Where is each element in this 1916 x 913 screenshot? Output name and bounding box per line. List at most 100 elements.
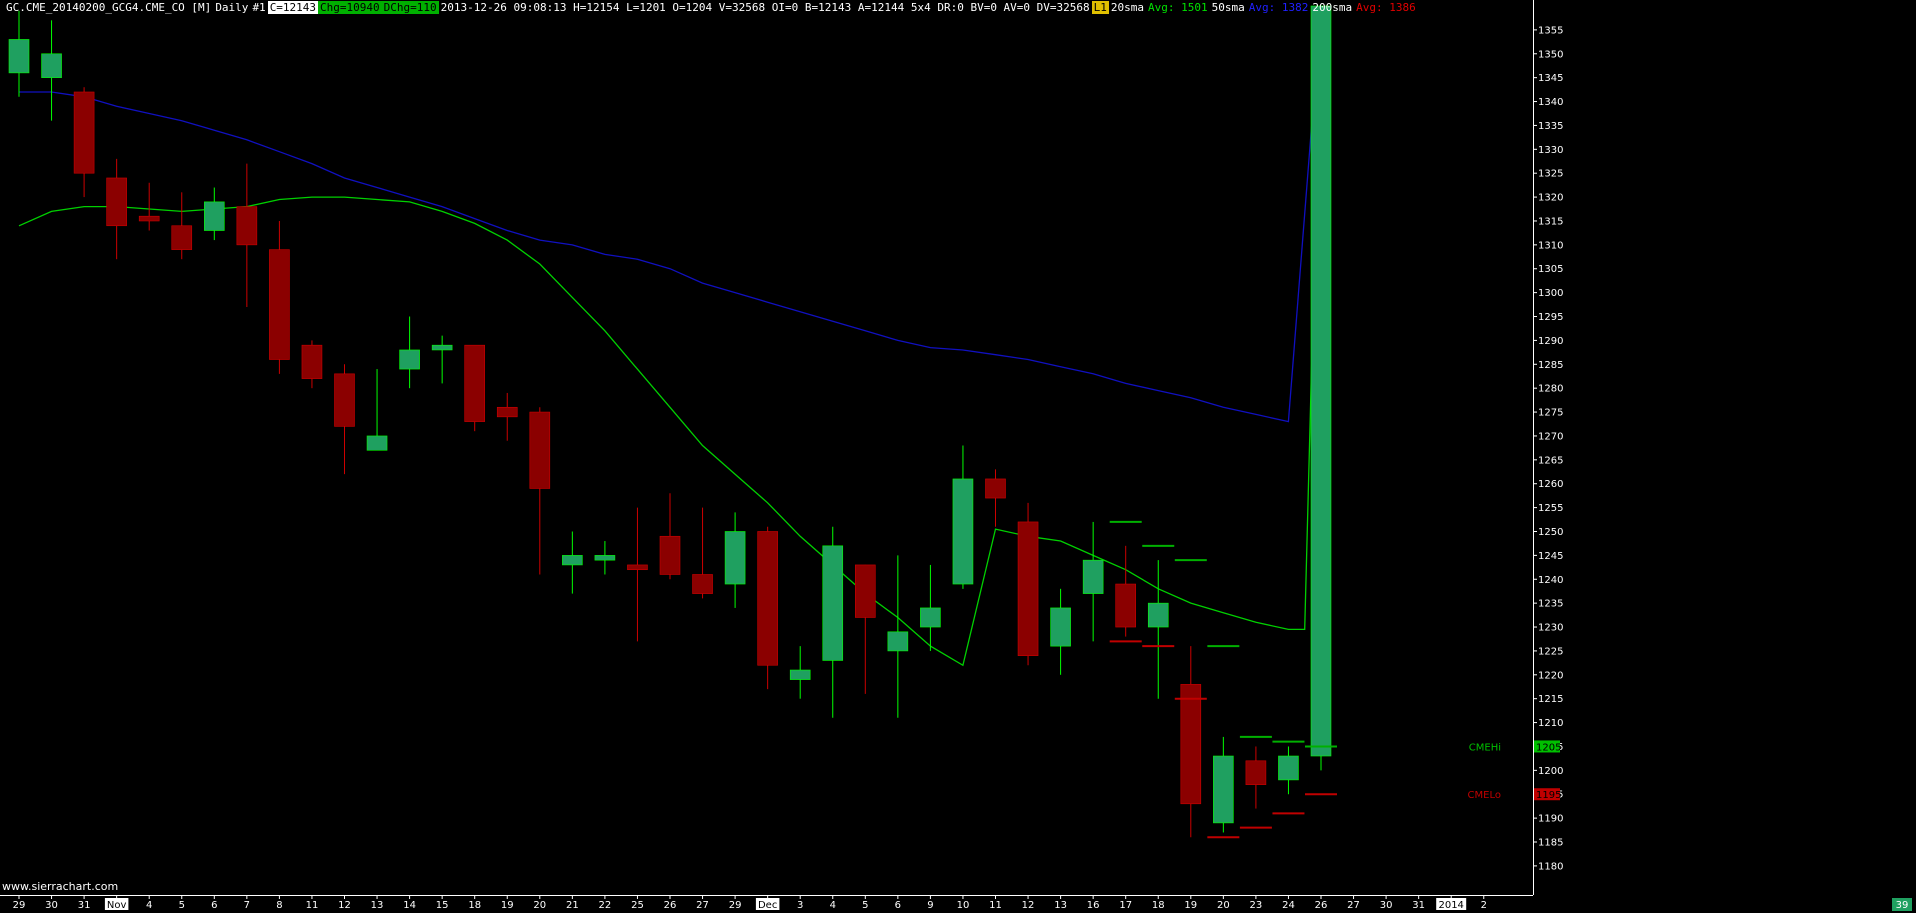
x-tick-label: 31 (78, 900, 91, 911)
candle-body (627, 564, 648, 571)
x-tick-label: 14 (403, 900, 416, 911)
x-tick-label: 15 (436, 900, 449, 911)
candle-body (692, 574, 713, 594)
y-tick-label: 1190 (1538, 814, 1563, 825)
x-tick-label: 2014 (1438, 900, 1463, 911)
sma200-label: 200sma (1312, 1, 1353, 14)
y-tick-label: 1240 (1538, 575, 1563, 586)
y-tick-label: 1290 (1538, 336, 1563, 347)
candle-body (1115, 583, 1136, 628)
sma20-avg: Avg: 1501 (1148, 1, 1208, 14)
y-tick-label: 1295 (1538, 312, 1563, 323)
x-tick-label: 11 (306, 900, 319, 911)
dchg-box: DChg=110 (381, 1, 439, 14)
candle-body (464, 344, 486, 422)
x-tick-label: 23 (1250, 900, 1263, 911)
price-marker-label: CMELo (1468, 790, 1501, 801)
candle-body (659, 535, 681, 575)
candle-body (366, 435, 388, 451)
candle-body (757, 531, 778, 666)
chg-box: Chg=10940 (318, 1, 382, 14)
candle-body (1278, 755, 1299, 781)
sma20-label: 20sma (1110, 1, 1145, 14)
y-tick-label: 1250 (1538, 527, 1563, 538)
x-tick-label: 10 (957, 900, 970, 911)
x-tick-label: 9 (927, 900, 933, 911)
price-chart[interactable]: 1180118511901195120012051210121512201225… (0, 0, 1916, 913)
y-tick-label: 1235 (1538, 599, 1563, 610)
candle-body (1245, 760, 1267, 785)
x-tick-label: 29 (13, 900, 26, 911)
close-box: C=12143 (267, 1, 319, 14)
candle-body (952, 478, 974, 585)
x-tick-label: 16 (1087, 900, 1100, 911)
x-tick-label: 22 (599, 900, 612, 911)
x-tick-label: 19 (501, 900, 514, 911)
x-tick-label: 19 (1184, 900, 1197, 911)
candle-body (529, 411, 551, 489)
y-tick-label: 1340 (1538, 97, 1563, 108)
x-tick-label: 7 (244, 900, 250, 911)
y-tick-label: 1310 (1538, 240, 1563, 251)
y-tick-label: 1200 (1538, 766, 1563, 777)
x-tick-label: 26 (664, 900, 677, 911)
y-tick-label: 1210 (1538, 718, 1563, 729)
y-tick-label: 1230 (1538, 623, 1563, 634)
candle-body (431, 344, 453, 351)
x-tick-label: Dec (758, 900, 777, 911)
candle-body (236, 206, 258, 246)
x-tick-label: 30 (1380, 900, 1393, 911)
candle-body (399, 349, 420, 370)
price-marker-label: CMEHi (1469, 742, 1501, 753)
x-tick-label: 4 (830, 900, 836, 911)
candle-body (562, 555, 583, 566)
candle-body (1310, 5, 1332, 757)
candle-body (106, 177, 127, 227)
x-tick-label: 5 (862, 900, 868, 911)
y-tick-label: 1270 (1538, 431, 1563, 442)
x-tick-label: 13 (371, 900, 384, 911)
y-tick-label: 1350 (1538, 49, 1563, 60)
y-tick-label: 1185 (1538, 838, 1563, 849)
y-tick-label: 1280 (1538, 384, 1563, 395)
candle-body (1050, 607, 1071, 647)
x-tick-label: 20 (533, 900, 546, 911)
y-tick-label: 1245 (1538, 551, 1563, 562)
x-tick-label: 6 (895, 900, 901, 911)
x-tick-label: 13 (1054, 900, 1067, 911)
candle-body (1147, 602, 1169, 628)
y-tick-label: 1300 (1538, 288, 1563, 299)
candle-body (1017, 521, 1039, 656)
candle-body (594, 555, 616, 561)
last-price-value: 39 (1896, 900, 1909, 911)
y-tick-label: 1305 (1538, 264, 1563, 275)
y-tick-label: 1320 (1538, 193, 1563, 204)
y-tick-label: 1315 (1538, 216, 1563, 227)
y-tick-label: 1225 (1538, 646, 1563, 657)
y-tick-label: 1345 (1538, 73, 1563, 84)
x-tick-label: 26 (1315, 900, 1328, 911)
x-tick-label: 4 (146, 900, 152, 911)
quote-stats: 2013-12-26 09:08:13 H=12154 L=1201 O=120… (440, 1, 1090, 14)
y-tick-label: 1255 (1538, 503, 1563, 514)
candle-body (41, 53, 62, 78)
candle-body (920, 607, 941, 628)
y-tick-label: 1330 (1538, 145, 1563, 156)
sma200-avg: Avg: 1386 (1356, 1, 1416, 14)
y-tick-label: 1260 (1538, 479, 1563, 490)
x-tick-label: 21 (566, 900, 579, 911)
candle-body (171, 225, 193, 250)
candle-body (1082, 559, 1104, 594)
l1-flag: L1 (1091, 1, 1109, 14)
timeframe-label: Daily (215, 1, 249, 14)
y-tick-label: 1355 (1538, 25, 1563, 36)
x-tick-label: 2 (1481, 900, 1487, 911)
y-tick-label: 1275 (1538, 408, 1563, 419)
candle-body (822, 545, 844, 661)
candle-body (1180, 684, 1202, 805)
x-tick-label: 3 (797, 900, 803, 911)
candle-body (496, 406, 518, 418)
sma50-avg: Avg: 1382 (1248, 1, 1309, 14)
x-tick-label: 24 (1282, 900, 1295, 911)
candle-body (789, 669, 811, 680)
